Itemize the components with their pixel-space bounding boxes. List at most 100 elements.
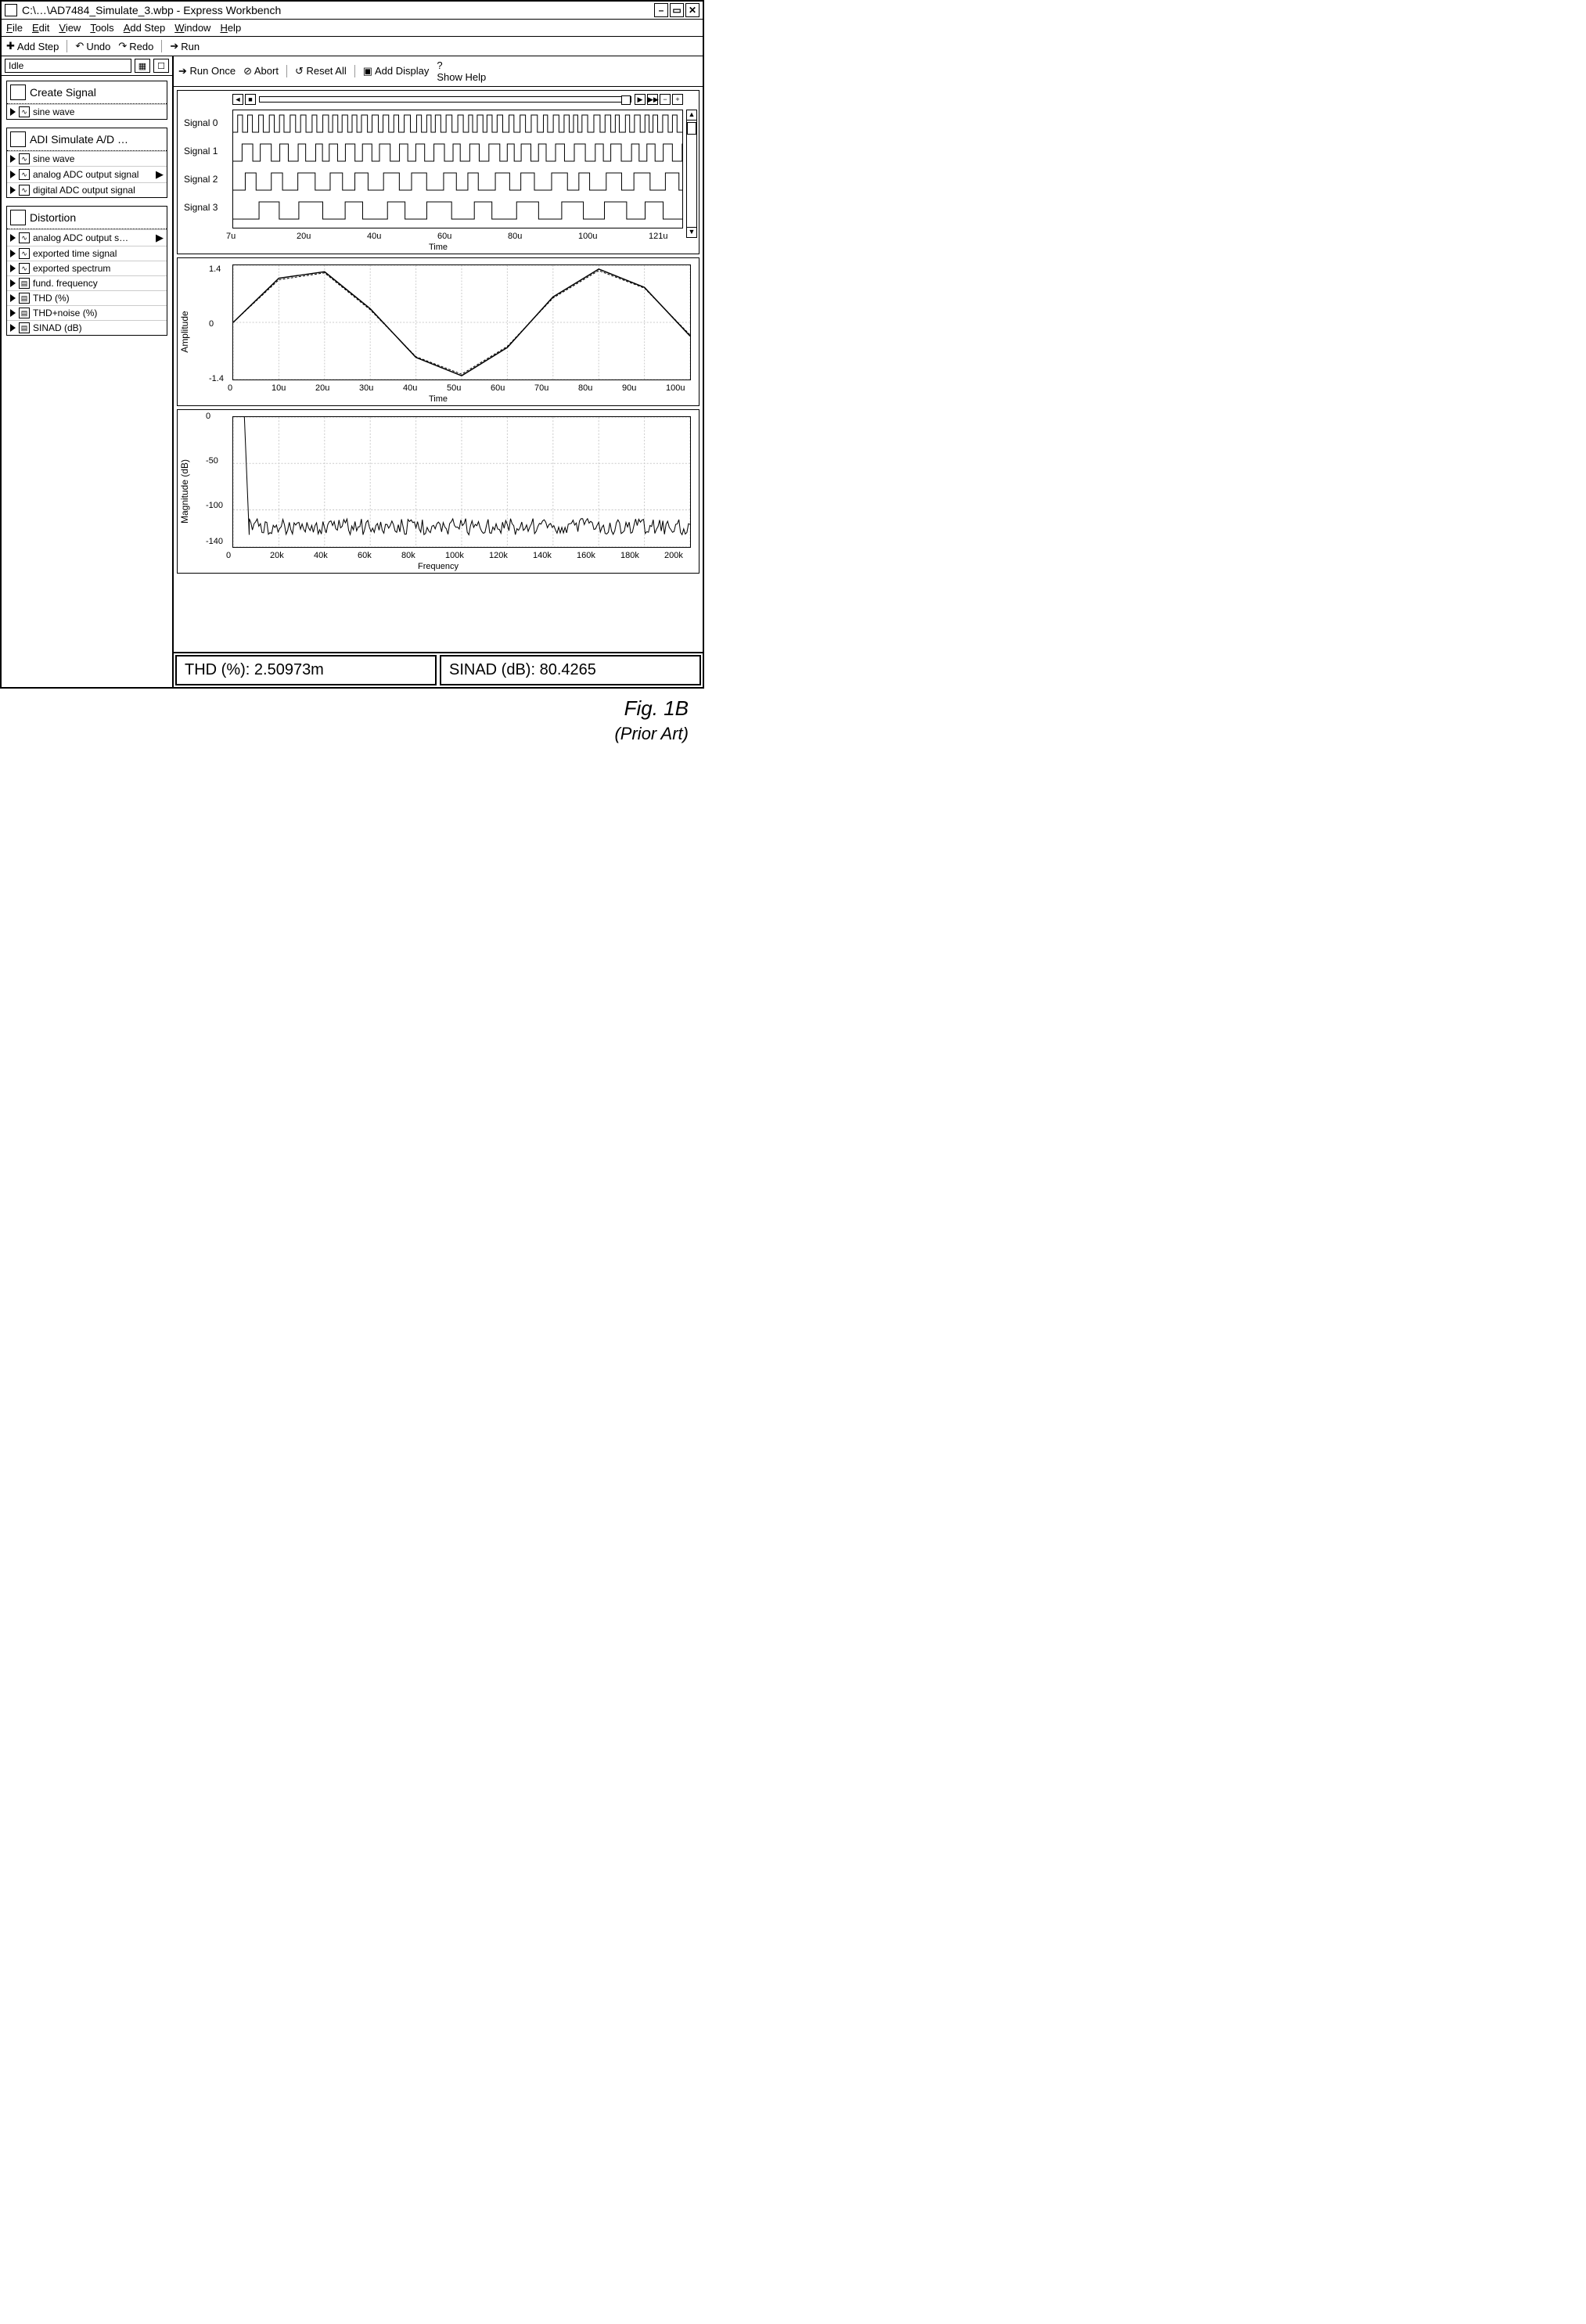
tri-icon — [10, 234, 16, 242]
right-panel: ➔ Run Once ⊘ Abort ↺ Reset All ▣ Add Dis… — [174, 56, 703, 687]
menu-add-step[interactable]: Add Step — [124, 22, 166, 34]
digital-plot: ◄ ■ ▶ ▶▶ − + ▲ ▼ Signal 0Signal 1Signal … — [177, 90, 699, 254]
run-once-button[interactable]: ➔ Run Once — [178, 65, 236, 77]
plus-icon[interactable]: + — [672, 94, 683, 105]
reset-all-button[interactable]: ↺ Reset All — [295, 65, 347, 77]
add-display-button[interactable]: ▣ Add Display — [363, 65, 430, 77]
zoom-prev-icon[interactable]: ◄ — [232, 94, 243, 105]
scroll-down-icon[interactable]: ▼ — [686, 227, 697, 238]
results-row: THD (%): 2.50973m SINAD (dB): 80.4265 — [174, 652, 703, 687]
signal-label: Signal 2 — [184, 174, 218, 185]
play-arrow-icon: ▶ — [156, 168, 164, 181]
row-label: fund. frequency — [33, 278, 98, 289]
tri-icon — [10, 264, 16, 272]
close-button[interactable]: ✕ — [685, 3, 699, 17]
x-tick: 100k — [445, 551, 464, 560]
menu-view[interactable]: View — [59, 22, 81, 34]
x-tick: 100u — [666, 383, 685, 393]
row-type-icon: ▤ — [19, 322, 30, 333]
x-tick: 30u — [359, 383, 373, 393]
redo-button[interactable]: ↷ Redo — [118, 40, 153, 52]
zoom-track[interactable] — [259, 96, 631, 103]
play-arrow-icon: ▶ — [156, 232, 164, 244]
titlebar: C:\…\AD7484_Simulate_3.wbp - Express Wor… — [2, 2, 703, 20]
status-icon-2[interactable]: ☐ — [153, 59, 169, 73]
x-tick: 20u — [297, 232, 311, 241]
step-item[interactable]: ∿digital ADC output signal — [7, 182, 167, 197]
y-tick: -140 — [206, 537, 223, 546]
x-tick: 20k — [270, 551, 284, 560]
x-tick: 120k — [489, 551, 508, 560]
x-tick: 90u — [622, 383, 636, 393]
maximize-button[interactable]: ▭ — [670, 3, 684, 17]
row-label: THD+noise (%) — [33, 308, 97, 318]
menu-tools[interactable]: Tools — [90, 22, 113, 34]
right-toolbar: ➔ Run Once ⊘ Abort ↺ Reset All ▣ Add Dis… — [174, 56, 703, 87]
run-button[interactable]: ➔ Run — [170, 40, 200, 52]
ylabel-magnitude: Magnitude (dB) — [179, 459, 190, 523]
x-tick: 20u — [315, 383, 329, 393]
tri-icon — [10, 171, 16, 178]
undo-button[interactable]: ↶ Undo — [75, 40, 110, 52]
x-tick: 40u — [403, 383, 417, 393]
y-tick: 0 — [209, 319, 214, 329]
step-item[interactable]: ▤SINAD (dB) — [7, 320, 167, 335]
step-item[interactable]: ∿exported time signal — [7, 246, 167, 261]
row-type-icon: ∿ — [19, 232, 30, 243]
play-icon[interactable]: ▶ — [635, 94, 646, 105]
row-label: sine wave — [33, 153, 74, 164]
x-tick: 70u — [534, 383, 548, 393]
toolbar: ✚ Add Step ↶ Undo ↷ Redo ➔ Run — [2, 37, 703, 56]
x-tick: 60k — [358, 551, 372, 560]
step-item[interactable]: ▤THD (%) — [7, 290, 167, 305]
row-type-icon: ▤ — [19, 293, 30, 304]
step-block[interactable]: Distortion∿analog ADC output s…▶∿exporte… — [6, 206, 167, 336]
xlabel-time: Time — [429, 243, 448, 252]
minimize-button[interactable]: – — [654, 3, 668, 17]
vscroll[interactable]: ▲ ▼ — [686, 110, 697, 238]
x-tick: 121u — [649, 232, 667, 241]
tri-icon — [10, 250, 16, 257]
app-icon — [5, 4, 17, 16]
add-step-button[interactable]: ✚ Add Step — [6, 40, 59, 52]
xlabel-freq: Frequency — [418, 562, 459, 571]
x-tick: 7u — [226, 232, 236, 241]
show-help-button[interactable]: ? Show Help — [437, 59, 698, 83]
left-panel: Idle ▦ ☐ Create Signal∿sine waveADI Simu… — [2, 56, 174, 687]
thd-display: THD (%): 2.50973m — [175, 655, 437, 685]
step-item[interactable]: ∿analog ADC output signal▶ — [7, 166, 167, 182]
step-item[interactable]: ▤THD+noise (%) — [7, 305, 167, 320]
menu-edit[interactable]: Edit — [32, 22, 49, 34]
y-tick: -100 — [206, 501, 223, 510]
step-item[interactable]: ∿exported spectrum — [7, 261, 167, 275]
row-type-icon: ∿ — [19, 185, 30, 196]
step-icon — [10, 210, 26, 225]
status-icon-1[interactable]: ▦ — [135, 59, 150, 73]
step-item[interactable]: ∿sine wave — [7, 151, 167, 166]
tri-icon — [10, 279, 16, 287]
x-tick: 80k — [401, 551, 415, 560]
menu-file[interactable]: File — [6, 22, 23, 34]
menu-window[interactable]: Window — [174, 22, 210, 34]
minus-icon[interactable]: − — [660, 94, 671, 105]
abort-button[interactable]: ⊘ Abort — [243, 65, 279, 77]
y-tick: -50 — [206, 456, 218, 466]
row-type-icon: ∿ — [19, 153, 30, 164]
tri-icon — [10, 108, 16, 116]
row-label: digital ADC output signal — [33, 185, 135, 196]
tri-icon — [10, 324, 16, 332]
fwd-icon[interactable]: ▶▶ — [647, 94, 658, 105]
menu-help[interactable]: Help — [220, 22, 241, 34]
scroll-up-icon[interactable]: ▲ — [686, 110, 697, 121]
signal-label: Signal 1 — [184, 146, 218, 156]
step-block[interactable]: ADI Simulate A/D …∿sine wave∿analog ADC … — [6, 128, 167, 198]
step-block[interactable]: Create Signal∿sine wave — [6, 81, 167, 120]
step-item[interactable]: ▤fund. frequency — [7, 275, 167, 290]
step-title: ADI Simulate A/D … — [30, 133, 128, 146]
zoom-reset-icon[interactable]: ■ — [245, 94, 256, 105]
figure-sub: (Prior Art) — [614, 724, 689, 743]
tri-icon — [10, 309, 16, 317]
step-item[interactable]: ∿analog ADC output s…▶ — [7, 229, 167, 246]
tri-icon — [10, 186, 16, 194]
step-item[interactable]: ∿sine wave — [7, 104, 167, 119]
